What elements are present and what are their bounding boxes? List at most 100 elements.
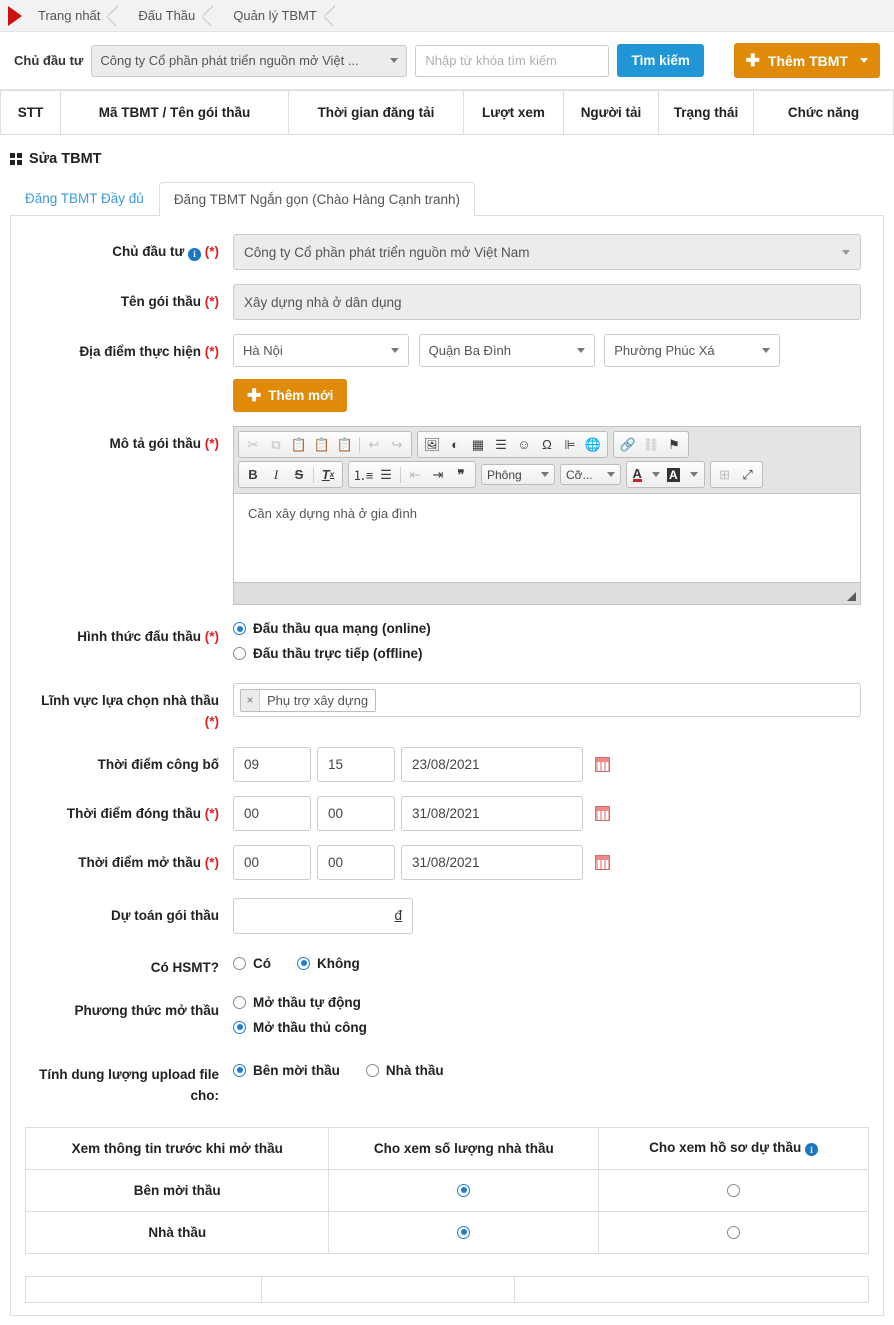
open-method-option-manual[interactable]: Mở thầu thủ công [233,1018,869,1035]
radio-icon[interactable] [233,995,246,1009]
radio-icon[interactable] [457,1225,471,1239]
calendar-icon[interactable] [595,854,610,870]
cut-icon[interactable]: ✂ [242,434,264,455]
radio-icon[interactable] [727,1225,741,1239]
redo-icon[interactable]: ↪ [386,434,408,455]
form-tabs: Đăng TBMT Đầy đủ Đăng TBMT Ngắn gọn (Chà… [0,177,894,216]
info-icon[interactable]: i [805,1143,819,1157]
editor-resize-handle[interactable] [234,582,860,604]
hsmt-option-yes[interactable]: Có [233,954,271,971]
breadcrumb-item-0[interactable]: Trang nhất [26,0,127,31]
open-hour-input[interactable]: 00 [233,844,311,880]
hsmt-option-no[interactable]: Không [297,954,360,971]
iframe-icon[interactable]: 🌐 [582,434,604,455]
calendar-icon[interactable] [595,805,610,821]
remove-format-icon[interactable]: Tx [317,464,339,485]
table-row: Bên mời thầu [24,1168,869,1212]
bid-form-option-online[interactable]: Đấu thầu qua mạng (online) [233,619,869,636]
province-select[interactable]: Hà Nội [233,334,409,367]
font-family-combo[interactable]: Phông [481,464,555,485]
field-selection-label: Lĩnh vực lựa chọn nhà thầu (*) [25,683,233,733]
field-package-name: Tên gói thầu (*) Xây dựng nhà ở dân dụng [25,284,869,320]
add-location-button[interactable]: ✚ Thêm mới [233,379,348,412]
open-date-input[interactable]: 31/08/2021 [401,844,583,880]
close-date-input[interactable]: 31/08/2021 [401,795,583,831]
indent-icon[interactable]: ⇥ [427,464,449,485]
investor-value: Công ty Cổ phần phát triển nguồn mở Việt… [244,244,530,260]
paste-icon[interactable]: 📋 [288,434,310,455]
smiley-icon[interactable]: ☺ [513,434,535,455]
italic-icon[interactable]: I [265,464,287,485]
radio-icon[interactable] [233,647,246,660]
special-char-icon[interactable]: Ω [536,434,558,455]
radio-icon[interactable] [727,1183,741,1197]
show-blocks-icon[interactable]: ⊞ [714,464,736,485]
paste-text-icon[interactable]: 📋 [311,434,333,455]
publish-hour-input[interactable]: 09 [233,746,311,782]
radio-icon[interactable] [365,1063,379,1077]
field-selection-multiselect[interactable]: × Phụ trợ xây dựng [233,683,861,717]
upload-quota-option-inviter[interactable]: Bên mời thầu [233,1061,340,1078]
col-trang-thai: Trạng thái [658,90,754,135]
radio-icon[interactable] [233,622,246,635]
district-select[interactable]: Quận Ba Đình [418,334,595,367]
add-tbmt-button[interactable]: ✚ Thêm TBMT [733,43,880,78]
search-input[interactable] [415,44,610,77]
radio-icon[interactable] [457,1183,471,1197]
numbered-list-icon[interactable]: ⒈≡ [352,464,374,485]
background-color-icon[interactable]: A [664,464,701,485]
publish-minute-input[interactable]: 15 [317,746,395,782]
unlink-icon[interactable]: ⛓ [640,434,662,455]
blockquote-icon[interactable]: ❞ [450,464,472,485]
remove-tag-icon[interactable]: × [241,689,260,711]
text-color-icon[interactable]: A [630,464,663,485]
flash-icon[interactable]: ◐ [444,434,466,455]
paste-word-icon[interactable]: 📋 [334,434,356,455]
pre-open-permission-section: Xem thông tin trước khi mở thầu Cho xem … [24,1126,869,1254]
bid-form-option-offline[interactable]: Đấu thầu trực tiếp (offline) [233,644,869,661]
radio-icon[interactable] [233,1020,246,1034]
package-name-input[interactable]: Xây dựng nhà ở dân dụng [233,284,861,320]
undo-icon[interactable]: ↩ [363,434,385,455]
publish-date-input[interactable]: 23/08/2021 [401,746,583,782]
copy-icon[interactable]: ⧉ [265,434,287,455]
maximize-icon[interactable]: ⤢ [737,464,759,485]
radio-icon[interactable] [233,1063,246,1077]
open-minute-input[interactable]: 00 [317,844,395,880]
page-break-icon[interactable]: ⊫ [559,434,581,455]
info-icon[interactable]: i [187,248,201,262]
field-selection-area: Lĩnh vực lựa chọn nhà thầu (*) × Phụ trợ… [25,683,869,733]
tab-dang-tbmt-ngan-gon[interactable]: Đăng TBMT Ngắn gọn (Chào Hàng Cạnh tranh… [158,182,475,216]
radio-icon[interactable] [297,956,310,970]
editor-content[interactable]: Cần xây dựng nhà ở gia đình [234,494,860,582]
cell-docs-inviter[interactable] [598,1168,869,1212]
table-icon[interactable]: ▦ [467,434,489,455]
paragraph-group: ⒈≡ ☰ ⇤ ⇥ ❞ [348,461,476,488]
cell-docs-bidder[interactable] [598,1210,869,1254]
bold-icon[interactable]: B [242,464,264,485]
investor-filter-select[interactable]: Công ty Cổ phần phát triển nguồn mở Việt… [91,44,408,77]
upload-quota-option-bidder[interactable]: Nhà thầu [365,1061,444,1078]
close-minute-input[interactable]: 00 [317,795,395,831]
cell-count-inviter[interactable] [328,1168,600,1212]
breadcrumb-item-1[interactable]: Đấu Thầu [126,0,222,31]
font-size-combo[interactable]: Cỡ... [560,464,621,485]
investor-select[interactable]: Công ty Cổ phần phát triển nguồn mở Việt… [233,234,861,270]
radio-icon[interactable] [233,956,246,970]
breadcrumb-item-2[interactable]: Quản lý TBMT [221,0,343,31]
horizontal-rule-icon[interactable]: ☰ [490,434,512,455]
cell-count-bidder[interactable] [328,1210,600,1254]
image-icon[interactable]: 🖼 [421,434,443,455]
link-icon[interactable]: 🔗 [617,434,639,455]
bulleted-list-icon[interactable]: ☰ [375,464,397,485]
estimate-input[interactable]: đ [233,897,413,934]
ward-select[interactable]: Phường Phúc Xá [604,334,781,367]
calendar-icon[interactable] [595,756,610,772]
close-hour-input[interactable]: 00 [233,795,311,831]
strikethrough-icon[interactable]: S [288,464,310,485]
tab-dang-tbmt-day-du[interactable]: Đăng TBMT Đầy đủ [10,181,159,215]
search-button[interactable]: Tìm kiếm [617,44,704,77]
anchor-flag-icon[interactable]: ⚑ [663,434,685,455]
open-method-option-auto[interactable]: Mở thầu tự động [233,993,869,1010]
outdent-icon[interactable]: ⇤ [404,464,426,485]
